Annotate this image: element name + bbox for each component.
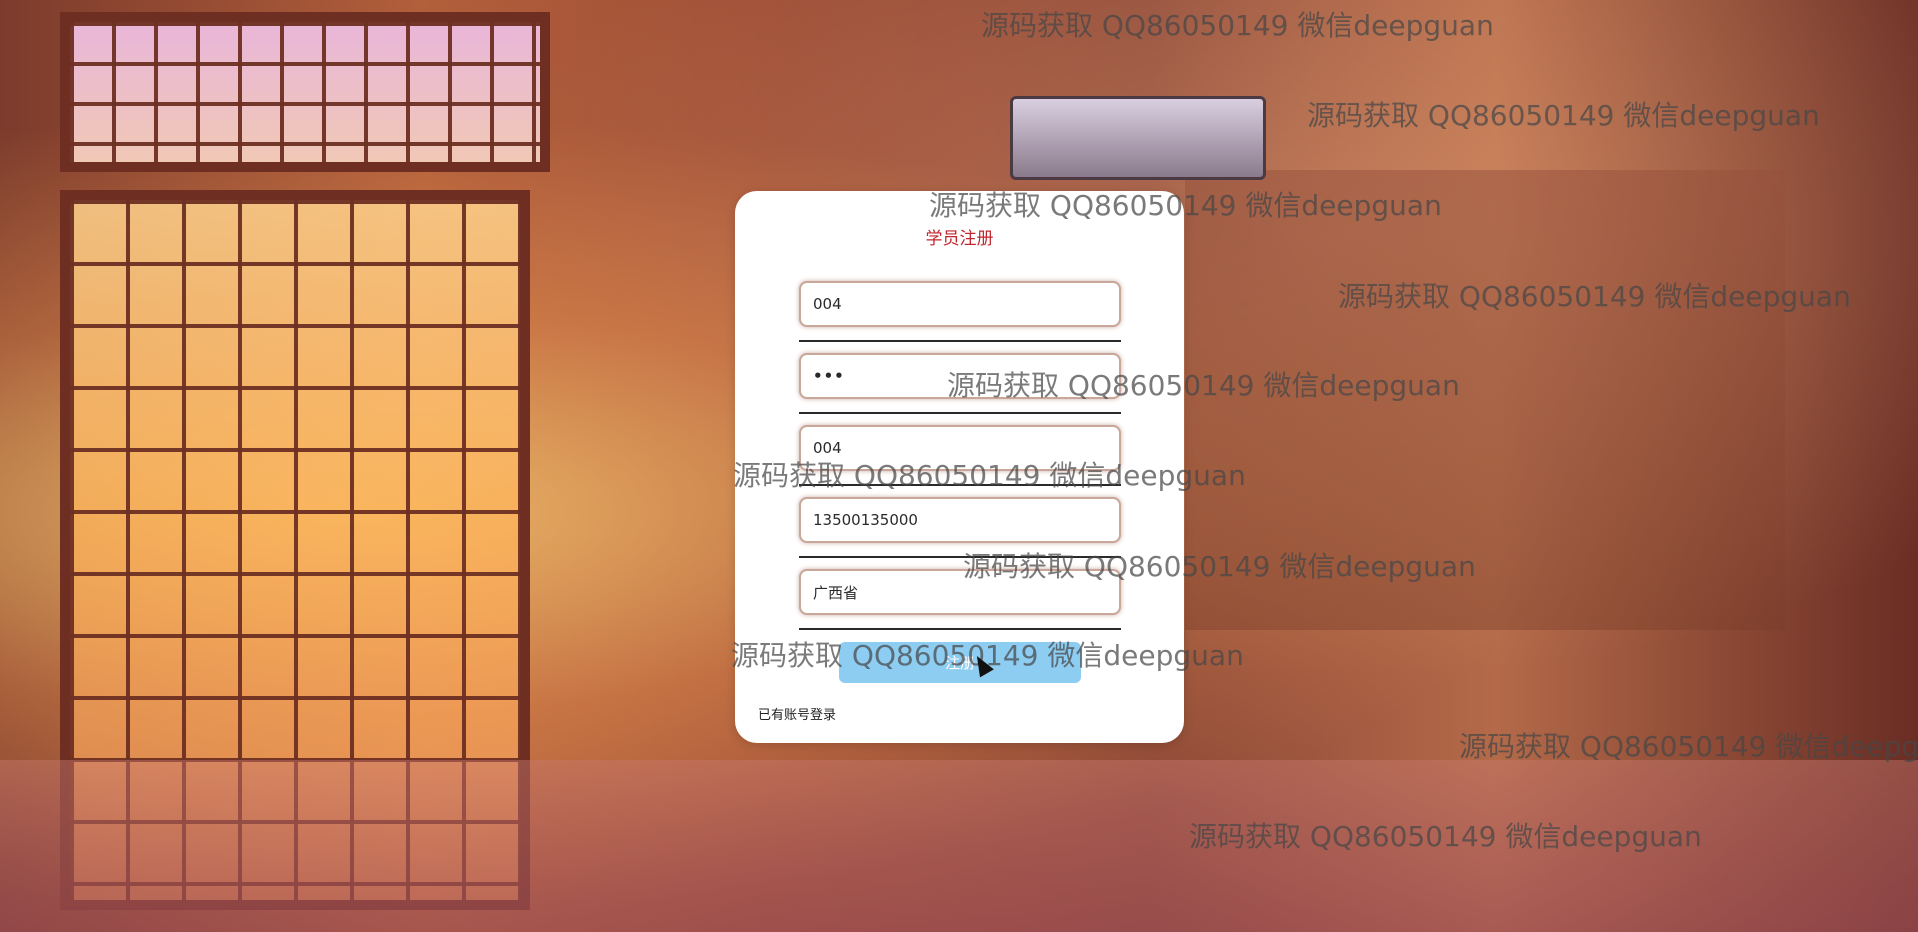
password-input[interactable]: [799, 353, 1121, 399]
watermark: 源码获取 QQ86050149 微信deepguan: [981, 9, 1494, 42]
phone-input[interactable]: [799, 497, 1121, 543]
register-card: 学员注册 注册 已有账号登录: [735, 191, 1184, 743]
field-underline: [799, 628, 1121, 630]
page-title: 学员注册: [925, 229, 994, 249]
address-input[interactable]: [799, 569, 1121, 615]
shelf-wall: [1185, 170, 1785, 630]
watermark: 源码获取 QQ86050149 微信deepguan: [1307, 99, 1820, 132]
name-input[interactable]: [799, 425, 1121, 471]
field-underline: [799, 556, 1121, 558]
floor: [0, 760, 1918, 932]
field-underline: [799, 412, 1121, 414]
student-id-input[interactable]: [799, 281, 1121, 327]
ceiling-lamp: [1010, 96, 1266, 180]
field-underline: [799, 484, 1121, 486]
watermark: 源码获取 QQ86050149 微信deepguan: [1459, 730, 1918, 763]
background-scene: 学员注册 注册 已有账号登录 源码获取 QQ86050149 微信deepgua…: [0, 0, 1918, 932]
register-button[interactable]: 注册: [839, 642, 1081, 683]
field-underline: [799, 340, 1121, 342]
upper-window: [60, 12, 550, 172]
login-link[interactable]: 已有账号登录: [758, 704, 836, 723]
